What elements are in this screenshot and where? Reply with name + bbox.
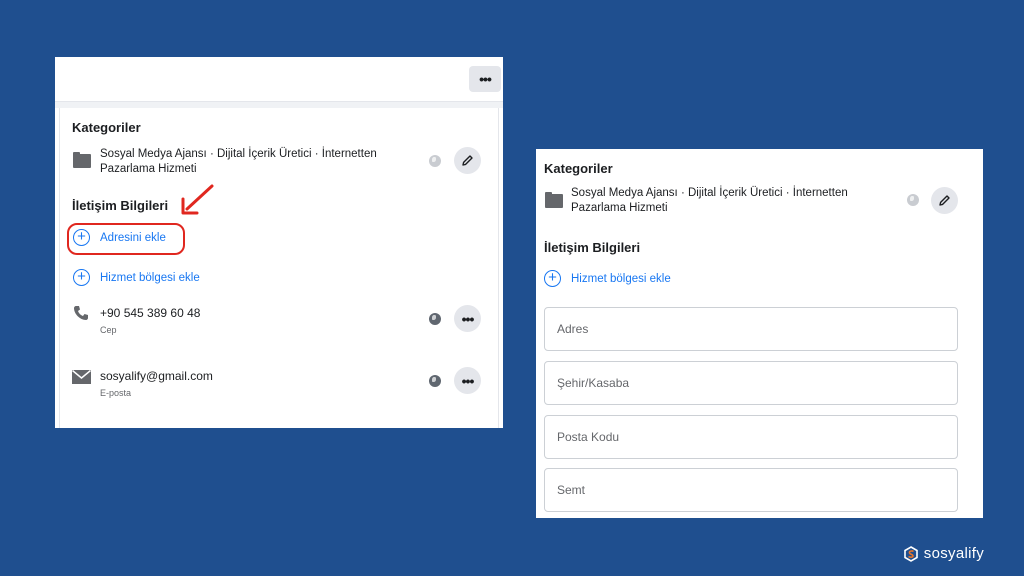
add-service-area-label: Hizmet bölgesi ekle [571,272,671,285]
city-input[interactable] [544,361,958,405]
categories-heading: Kategoriler [72,120,141,135]
categories-heading: Kategoriler [544,161,613,176]
globe-icon [907,194,919,206]
email-more-button[interactable]: ••• [454,367,481,394]
phone-number: +90 545 389 60 48 [100,306,201,320]
email-type: E-posta [100,388,132,398]
postal-code-input[interactable] [544,415,958,459]
globe-icon [429,155,441,167]
add-service-area-link[interactable]: + Hizmet bölgesi ekle [73,269,200,286]
address-highlight-frame [67,223,185,255]
email-address: sosyalify@gmail.com [100,369,213,383]
brand-name: sosyalify [923,545,984,562]
plus-circle-icon: + [73,269,90,286]
page-info-panel-left: ••• Kategoriler Sosyal Medya Ajansı · Di… [55,57,503,428]
category-icon [545,192,563,208]
phone-more-button[interactable]: ••• [454,305,481,332]
sosyalify-logo-icon [903,545,918,562]
info-card: Kategoriler Sosyal Medya Ajansı · Dijita… [59,108,499,428]
category-icon [73,152,91,168]
phone-icon [74,306,88,320]
page-info-panel-right: Kategoriler Sosyal Medya Ajansı · Dijita… [536,149,983,518]
plus-circle-icon: + [544,270,561,287]
contact-info-heading: İletişim Bilgileri [544,240,641,255]
add-service-area-link[interactable]: + Hizmet bölgesi ekle [544,270,671,287]
district-input[interactable] [544,468,958,512]
more-options-button[interactable]: ••• [469,66,501,92]
pencil-icon [939,195,950,206]
edit-category-button[interactable] [454,147,481,174]
phone-type: Cep [100,325,117,335]
add-service-area-label: Hizmet bölgesi ekle [100,271,200,284]
brand-watermark: sosyalify [903,545,984,562]
contact-info-heading: İletişim Bilgileri [72,198,169,213]
top-bar: ••• [55,57,503,102]
address-input[interactable] [544,307,958,351]
pencil-icon [462,155,473,166]
category-text: Sosyal Medya Ajansı · Dijital İçerik Üre… [100,148,377,175]
edit-category-button[interactable] [931,187,958,214]
globe-icon [429,313,441,325]
red-arrow-icon [181,184,214,215]
mail-icon [72,370,91,384]
globe-icon [429,375,441,387]
category-text: Sosyal Medya Ajansı · Dijital İçerik Üre… [571,187,848,214]
